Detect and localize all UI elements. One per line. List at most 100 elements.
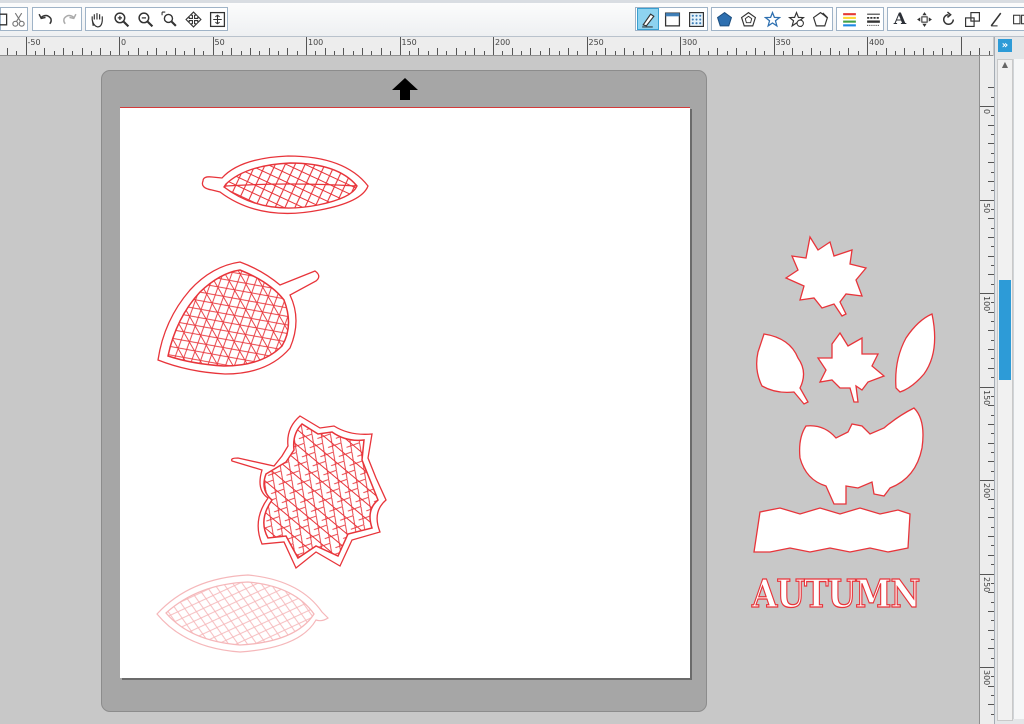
ruler-tick (464, 51, 466, 55)
ruler-tick (586, 37, 588, 55)
ruler-tick (736, 48, 738, 55)
ruler-tick (324, 48, 326, 55)
ruler-tick (698, 48, 700, 55)
ruler-label: 0 (982, 109, 991, 115)
ruler-tick (867, 37, 868, 55)
ruler-tick (455, 48, 457, 55)
undo-icon[interactable] (34, 8, 56, 30)
birch-silhouette-shape[interactable] (756, 333, 809, 405)
ruler-tick (801, 51, 803, 55)
ruler-label: 300 (982, 670, 991, 686)
design-page[interactable] (120, 107, 690, 678)
ruler-tick (446, 51, 448, 55)
autumn-word-shape[interactable]: AUTUMN (751, 571, 921, 616)
ruler-tick (277, 51, 279, 55)
fit-page-icon[interactable] (206, 8, 228, 30)
pentagon-icon[interactable] (713, 8, 735, 30)
ruler-tick (493, 37, 494, 55)
feed-direction-arrow-icon (392, 78, 418, 100)
ruler-tick (549, 48, 551, 55)
transform-icon[interactable] (913, 8, 935, 30)
maple-silhouette-shape[interactable] (784, 235, 868, 317)
cut-icon[interactable] (7, 8, 29, 30)
ruler-tick (34, 51, 36, 55)
ruler-tick (306, 37, 307, 55)
panel-toggle-button[interactable]: » (998, 39, 1012, 52)
ruler-tick (427, 51, 429, 55)
ruler-tick (100, 48, 102, 55)
ruler-tick (231, 48, 233, 55)
align-icon[interactable] (1009, 8, 1024, 30)
ruler-tick (483, 51, 485, 55)
ruler-tick (175, 48, 177, 55)
ruler-tick (595, 51, 597, 55)
vertical-scrollbar[interactable]: ▲ (997, 59, 1013, 721)
move-view-icon[interactable] (182, 8, 204, 30)
ruler-tick (726, 51, 728, 55)
ruler-tick (240, 51, 242, 55)
ruler-tick (980, 106, 994, 107)
ruler-tick (109, 51, 111, 55)
ruler-tick (287, 48, 289, 55)
main-toolbar: A (0, 0, 1024, 37)
design-page-settings-icon[interactable] (637, 8, 659, 30)
side-panel: » ▲ (994, 37, 1024, 724)
line-style-icon[interactable] (862, 8, 884, 30)
ruler-tick (539, 51, 541, 55)
ruler-tick (268, 48, 270, 55)
pentagon-outline-icon[interactable] (737, 8, 759, 30)
ruler-label: 150 (982, 389, 991, 405)
ruler-tick (876, 51, 878, 55)
scroll-up-arrow[interactable]: ▲ (1000, 60, 1010, 70)
ruler-tick (980, 480, 994, 481)
ruler-tick (128, 51, 130, 55)
ruler-tick (249, 48, 251, 55)
zoom-in-icon[interactable] (110, 8, 132, 30)
ruler-tick (380, 48, 382, 55)
redo-icon[interactable] (58, 8, 80, 30)
ruler-tick (352, 51, 354, 55)
ruler-tick (418, 48, 420, 55)
page-view-icon[interactable] (661, 8, 683, 30)
ruler-tick (474, 48, 476, 55)
ruler-tick (119, 37, 120, 55)
ruler-tick (558, 51, 560, 55)
ruler-label: 100 (308, 38, 324, 47)
zoom-out-icon[interactable] (134, 8, 156, 30)
ruler-tick (810, 48, 812, 55)
small-maple-silhouette-shape[interactable] (816, 331, 886, 403)
star-badge-icon[interactable] (785, 8, 807, 30)
zoom-select-icon[interactable] (158, 8, 180, 30)
rotate-icon[interactable] (937, 8, 959, 30)
text-style-icon[interactable]: A (889, 8, 911, 30)
ruler-tick (792, 48, 794, 55)
shape-tool-group (711, 7, 833, 31)
line-color-icon[interactable] (838, 8, 860, 30)
scroll-thumb[interactable] (999, 280, 1011, 380)
text-style-glyph: A (893, 9, 907, 28)
ruler-label: 350 (775, 38, 791, 47)
eraser-icon[interactable] (985, 8, 1007, 30)
shape-edit-icon[interactable] (809, 8, 831, 30)
ruler-tick (296, 51, 298, 55)
ruler-tick (44, 48, 46, 55)
line-tool-group (836, 7, 884, 31)
oval-leaf-silhouette-shape[interactable] (895, 313, 936, 393)
word-backing-shape[interactable] (753, 507, 911, 553)
ruler-tick (829, 48, 831, 55)
ruler-tick (932, 51, 934, 55)
vertical-ruler: 0 50 100 150 200 250 300 (979, 56, 994, 724)
ruler-label: 0 (121, 38, 127, 47)
ruler-tick (895, 51, 896, 55)
fill-pattern-icon[interactable] (685, 8, 707, 30)
banner-silhouette-shape[interactable] (798, 407, 924, 505)
scale-icon[interactable] (961, 8, 983, 30)
ruler-tick (951, 51, 953, 55)
ruler-tick (623, 48, 625, 55)
ruler-tick (371, 51, 373, 55)
star-outline-icon[interactable] (761, 8, 783, 30)
ruler-label: 200 (495, 38, 511, 47)
ruler-tick (745, 51, 747, 55)
pan-hand-icon[interactable] (86, 8, 108, 30)
ruler-tick (980, 199, 994, 201)
